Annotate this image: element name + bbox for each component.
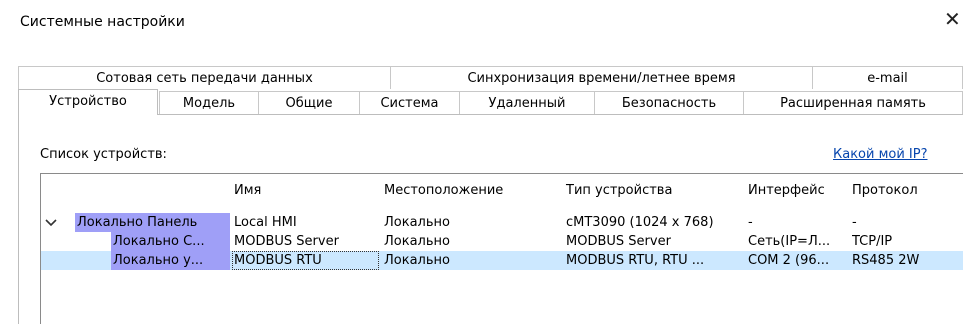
tab-time-sync[interactable]: Синхронизация времени/летнее время xyxy=(390,66,813,89)
tab-device[interactable]: Устройство xyxy=(18,89,158,115)
table-row-selected[interactable]: Локально у... MODBUS RTU Локально MODBUS… xyxy=(41,251,963,270)
cell-type: MODBUS RTU, RTU ... xyxy=(566,253,705,268)
cell-type: cMT3090 (1024 x 768) xyxy=(566,215,714,230)
tree-label: Локально С... xyxy=(113,234,205,249)
cell-name: Local HMI xyxy=(234,215,297,230)
cell-protocol: RS485 2W xyxy=(852,253,920,268)
tab-extended-memory[interactable]: Расширенная память xyxy=(743,91,963,114)
cell-location: Локально xyxy=(384,234,450,249)
device-list-label: Список устройств: xyxy=(40,147,167,162)
device-list[interactable]: Имя Местоположение Тип устройства Интерф… xyxy=(40,173,963,324)
cell-name: MODBUS Server xyxy=(234,234,339,249)
column-header-name[interactable]: Имя xyxy=(234,181,261,201)
tree-label: Локально у... xyxy=(113,253,204,268)
tab-system[interactable]: Система xyxy=(359,91,460,114)
column-header-type[interactable]: Тип устройства xyxy=(566,181,672,201)
what-is-my-ip-link[interactable]: Какой мой IP? xyxy=(833,147,928,162)
column-header-location[interactable]: Местоположение xyxy=(384,181,503,201)
window-title: Системные настройки xyxy=(20,14,185,30)
chevron-down-icon[interactable] xyxy=(44,216,58,230)
cell-protocol: TCP/IP xyxy=(852,234,893,249)
cell-type: MODBUS Server xyxy=(566,234,671,249)
column-header-protocol[interactable]: Протокол xyxy=(852,181,918,201)
close-icon[interactable]: ✕ xyxy=(944,8,961,30)
cell-interface: - xyxy=(748,215,753,230)
cell-interface: Сеть(IP=Л... xyxy=(748,234,831,249)
cell-protocol: - xyxy=(852,215,857,230)
tab-email[interactable]: e-mail xyxy=(812,66,963,89)
tab-cellular[interactable]: Сотовая сеть передачи данных xyxy=(18,66,391,89)
tab-general[interactable]: Общие xyxy=(258,91,360,114)
table-row[interactable]: Локально С... MODBUS Server Локально MOD… xyxy=(41,232,963,251)
cell-interface: COM 2 (96... xyxy=(748,253,830,268)
cell-name: MODBUS RTU xyxy=(232,251,379,270)
tab-security[interactable]: Безопасность xyxy=(594,91,744,114)
table-row[interactable]: Локально Панель Local HMI Локально cMT30… xyxy=(41,213,963,232)
tab-row-back: Сотовая сеть передачи данных Синхронизац… xyxy=(18,66,963,90)
cell-location: Локально xyxy=(384,215,450,230)
cell-location: Локально xyxy=(384,253,450,268)
column-header-interface[interactable]: Интерфейс xyxy=(748,181,825,201)
tab-model[interactable]: Модель xyxy=(159,91,259,114)
tree-label: Локально Панель xyxy=(77,215,198,230)
tab-row-front: Устройство Модель Общие Система Удаленны… xyxy=(18,89,963,115)
tab-remote[interactable]: Удаленный xyxy=(459,91,595,114)
